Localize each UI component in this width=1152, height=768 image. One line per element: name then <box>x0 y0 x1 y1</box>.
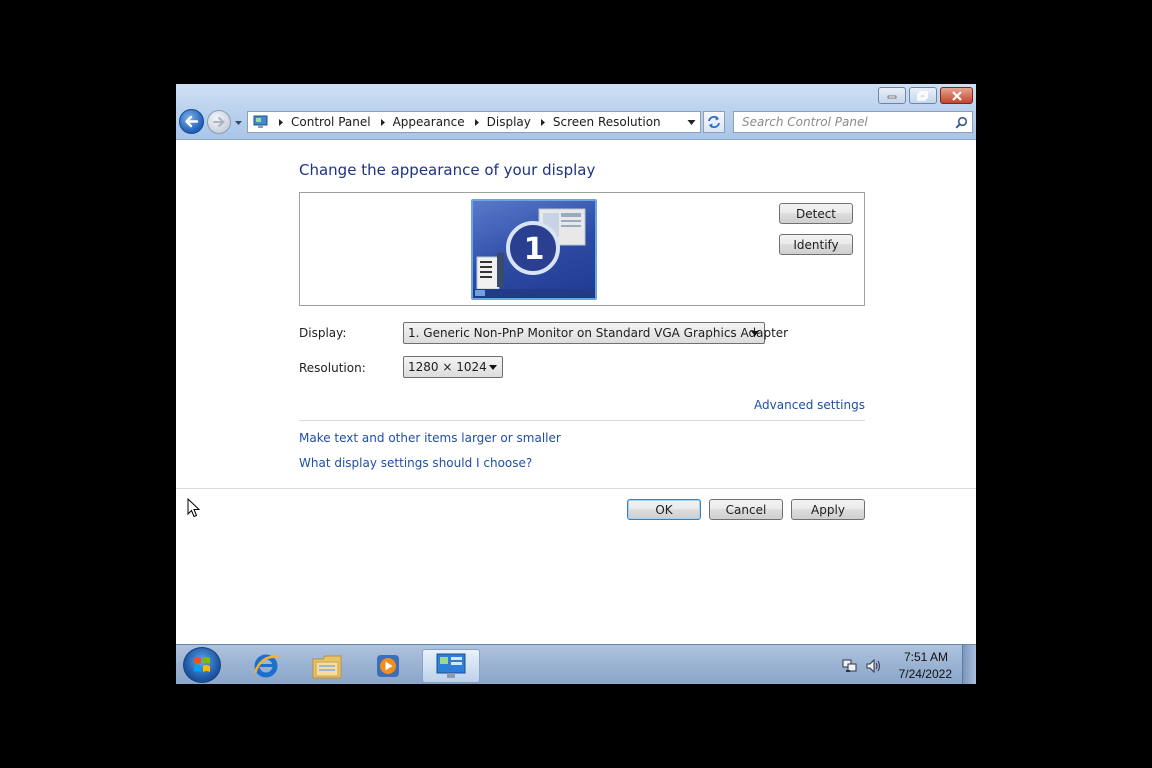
volume-icon[interactable] <box>866 659 881 673</box>
display-settings-help-link[interactable]: What display settings should I choose? <box>299 456 532 470</box>
display-dropdown[interactable]: 1. Generic Non-PnP Monitor on Standard V… <box>403 322 788 344</box>
show-desktop-button[interactable] <box>962 645 976 684</box>
restore-icon <box>917 90 928 101</box>
taskbar: 7:51 AM 7/24/2022 <box>176 644 976 684</box>
breadcrumb-appearance[interactable]: Appearance <box>393 115 465 129</box>
chevron-right-icon <box>279 118 283 126</box>
close-button[interactable] <box>940 87 973 104</box>
chevron-right-icon[interactable] <box>538 118 547 127</box>
cancel-button[interactable]: Cancel <box>709 499 783 520</box>
breadcrumb-control-panel[interactable]: Control Panel <box>291 115 371 129</box>
footer-divider <box>176 488 976 489</box>
screen: Control Panel Appearance Display Screen … <box>176 84 976 684</box>
refresh-button[interactable] <box>703 111 725 133</box>
back-button[interactable] <box>179 109 204 134</box>
taskbar-windows-explorer[interactable] <box>299 649 355 683</box>
windows-logo-icon <box>194 657 210 672</box>
search-input[interactable] <box>734 112 952 132</box>
resolution-label: Resolution: <box>299 361 366 375</box>
network-icon[interactable] <box>842 659 857 673</box>
monitor-layout-panel: 1 Detect Identify <box>299 192 865 306</box>
chevron-down-icon <box>489 365 497 370</box>
advanced-settings-link[interactable]: Advanced settings <box>754 398 865 412</box>
window-chrome: Control Panel Appearance Display Screen … <box>176 84 976 140</box>
detect-button[interactable]: Detect <box>779 203 853 224</box>
media-player-icon <box>377 655 399 677</box>
chevron-down-icon[interactable] <box>687 119 696 126</box>
control-panel-icon <box>253 115 268 128</box>
chevron-right-icon[interactable] <box>378 118 387 127</box>
windows-explorer-icon <box>312 655 342 679</box>
display-label: Display: <box>299 326 347 340</box>
apply-button[interactable]: Apply <box>791 499 865 520</box>
identify-button[interactable]: Identify <box>779 234 853 255</box>
breadcrumb-display[interactable]: Display <box>487 115 531 129</box>
search-box[interactable] <box>733 111 973 133</box>
display-dropdown-value: 1. Generic Non-PnP Monitor on Standard V… <box>408 326 789 340</box>
search-icon[interactable] <box>955 116 968 129</box>
clock-time[interactable]: 7:51 AM <box>904 650 948 664</box>
forward-button[interactable] <box>207 110 231 134</box>
control-panel-icon <box>436 653 466 678</box>
notification-area: 7:51 AM 7/24/2022 <box>836 645 976 684</box>
monitor-thumbnail[interactable]: 1 <box>471 199 597 300</box>
chevron-down-icon <box>751 331 759 336</box>
back-arrow-icon <box>185 115 199 128</box>
internet-explorer-icon <box>253 654 279 678</box>
restore-button[interactable] <box>909 87 937 104</box>
chevron-right-icon[interactable] <box>472 118 481 127</box>
content-area: Change the appearance of your display 1 … <box>176 140 976 644</box>
start-button[interactable] <box>183 647 221 683</box>
minimize-icon <box>887 95 897 98</box>
recent-pages-dropdown-icon[interactable] <box>234 118 243 127</box>
close-icon <box>951 90 962 101</box>
text-size-link[interactable]: Make text and other items larger or smal… <box>299 431 561 445</box>
refresh-icon <box>708 116 720 128</box>
ok-button[interactable]: OK <box>627 499 701 520</box>
divider <box>299 420 865 421</box>
monitor-number-label: 1 <box>523 232 545 267</box>
page-title: Change the appearance of your display <box>299 161 596 179</box>
breadcrumb-screen-resolution[interactable]: Screen Resolution <box>553 115 661 129</box>
address-bar[interactable]: Control Panel Appearance Display Screen … <box>247 111 701 133</box>
clock-date[interactable]: 7/24/2022 <box>899 667 952 681</box>
minimize-button[interactable] <box>878 87 906 104</box>
mouse-pointer-icon <box>187 498 201 518</box>
forward-arrow-icon <box>213 117 226 127</box>
resolution-dropdown-value: 1280 × 1024 <box>408 360 487 374</box>
taskbar-internet-explorer[interactable] <box>238 649 294 683</box>
taskbar-media-player[interactable] <box>360 649 416 683</box>
resolution-dropdown[interactable]: 1280 × 1024 <box>403 356 503 378</box>
taskbar-control-panel-active[interactable] <box>422 649 480 683</box>
